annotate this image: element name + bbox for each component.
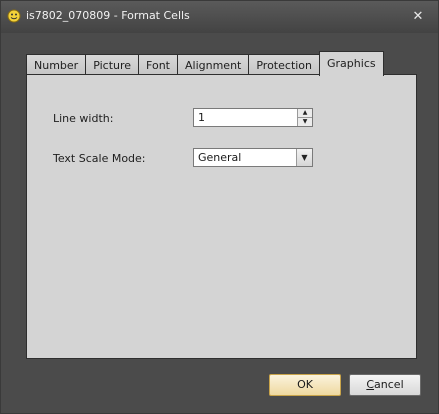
graphics-panel: Line width: 1 ▲ ▼ Text Scale Mode: Gener… (26, 74, 417, 359)
line-width-value[interactable]: 1 (198, 111, 205, 124)
cancel-label: Cancel (366, 378, 404, 391)
dialog-client: Number Picture Font Alignment Protection… (4, 33, 435, 410)
close-icon[interactable]: ✕ (408, 7, 428, 27)
line-width-spinner[interactable]: 1 ▲ ▼ (193, 108, 313, 127)
tab-picture[interactable]: Picture (85, 54, 140, 76)
format-cells-dialog: is7802_070809 - Format Cells ✕ Number Pi… (0, 0, 439, 414)
tab-alignment[interactable]: Alignment (177, 54, 250, 76)
spin-down-icon[interactable]: ▼ (298, 117, 312, 126)
line-width-label: Line width: (53, 112, 114, 125)
tab-strip: Number Picture Font Alignment Protection… (26, 51, 384, 76)
spinner-arrows: ▲ ▼ (297, 109, 312, 126)
text-scale-mode-value: General (198, 151, 242, 164)
window-title: is7802_070809 - Format Cells (26, 9, 190, 22)
tab-protection[interactable]: Protection (248, 54, 321, 76)
ok-button[interactable]: OK (269, 374, 341, 396)
chevron-down-icon[interactable]: ▼ (296, 149, 312, 166)
tab-font[interactable]: Font (138, 54, 178, 76)
cancel-button[interactable]: Cancel (349, 374, 421, 396)
spin-up-icon[interactable]: ▲ (298, 109, 312, 117)
text-scale-mode-select[interactable]: General ▼ (193, 148, 313, 167)
tab-graphics[interactable]: Graphics (319, 51, 384, 76)
text-scale-mode-label: Text Scale Mode: (53, 152, 146, 165)
title-bar[interactable]: is7802_070809 - Format Cells ✕ (1, 1, 438, 33)
smiley-icon (7, 9, 21, 23)
tab-number[interactable]: Number (26, 54, 87, 76)
